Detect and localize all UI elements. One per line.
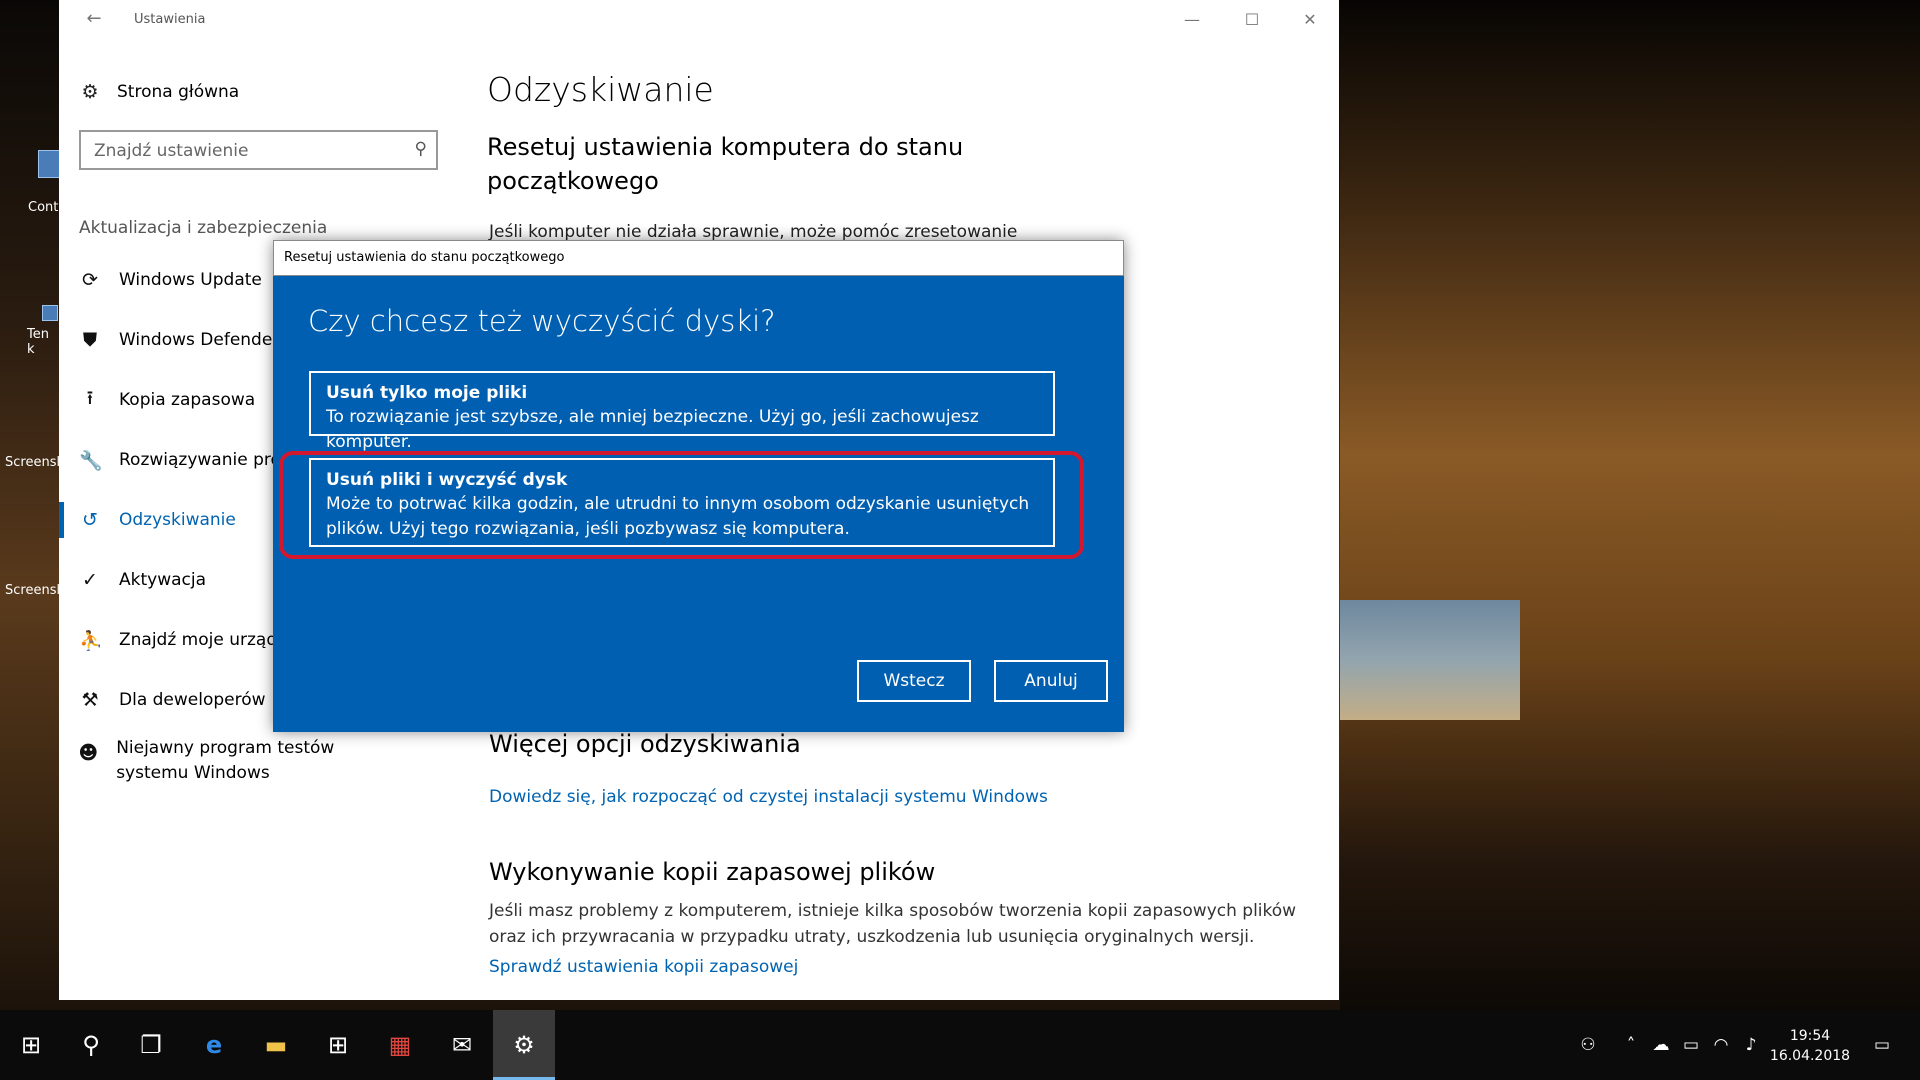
- sidebar-item-insider[interactable]: ☻ Niejawny program testów systemu Window…: [59, 736, 379, 792]
- reset-description: Jeśli komputer nie działa sprawnie, może…: [489, 222, 1018, 242]
- notification-icon[interactable]: ▭: [1866, 1010, 1898, 1080]
- page-title: Odzyskiwanie: [487, 70, 714, 109]
- settings-taskbar-icon[interactable]: ⚙: [493, 1010, 555, 1080]
- minimize-button[interactable]: —: [1169, 6, 1215, 34]
- close-button[interactable]: ✕: [1287, 6, 1333, 34]
- history-icon: ↺: [82, 509, 98, 531]
- desktop-icon[interactable]: Ten k: [0, 305, 60, 357]
- home-link[interactable]: ⚙ Strona główna: [79, 78, 239, 106]
- task-view-icon[interactable]: ❐: [120, 1010, 182, 1080]
- wallpaper-sea: [1340, 600, 1520, 720]
- search-icon: ⚲: [414, 139, 427, 159]
- insider-icon: ☻: [78, 742, 99, 764]
- upload-icon: ⭱: [86, 387, 94, 409]
- option-remove-files-only[interactable]: Usuń tylko moje pliki To rozwiązanie jes…: [309, 371, 1055, 452]
- sidebar-item-label: Niejawny program testów systemu Windows: [116, 738, 335, 783]
- shortcut-icon: [42, 305, 58, 321]
- sidebar-item-label: Dla deweloperów: [119, 690, 266, 710]
- home-label: Strona główna: [117, 82, 240, 102]
- store-icon[interactable]: ⊞: [307, 1010, 369, 1080]
- shield-icon: ⛊: [82, 329, 98, 351]
- sidebar-item-label: Kopia zapasowa: [119, 390, 256, 410]
- sidebar-item-label: Windows Update: [119, 270, 262, 290]
- check-circle-icon: ✓: [82, 569, 98, 591]
- edge-icon[interactable]: e: [183, 1010, 245, 1080]
- more-options-heading: Więcej opcji odzyskiwania: [489, 730, 801, 758]
- file-explorer-icon[interactable]: ▬: [245, 1010, 307, 1080]
- search-input[interactable]: Znajdź ustawienie ⚲: [79, 130, 438, 170]
- desktop-icon-label: Ten k: [27, 327, 49, 357]
- sidebar-item-label: Windows Defender: [119, 330, 280, 350]
- option-title: Usuń tylko moje pliki: [326, 383, 528, 403]
- wifi-icon[interactable]: ◠: [1705, 1010, 1737, 1080]
- sidebar-item-label: Odzyskiwanie: [119, 510, 236, 530]
- gear-icon: ⚙: [81, 81, 99, 103]
- taskbar: ⊞ ⚲ ❐ e ▬ ⊞ ▦ ✉ ⚙ ⚇ ˄ ☁ ▭ ◠ ♪ 19:54 16.0…: [0, 1010, 1920, 1080]
- battery-icon[interactable]: ▭: [1675, 1010, 1707, 1080]
- start-icon[interactable]: ⊞: [0, 1010, 62, 1080]
- search-placeholder: Znajdź ustawienie: [94, 141, 249, 161]
- title-bar: ← Ustawienia — ☐ ✕: [59, 0, 1339, 40]
- sidebar-item-label: Aktywacja: [119, 570, 207, 590]
- search-icon[interactable]: ⚲: [60, 1010, 122, 1080]
- clock-time: 19:54: [1789, 1028, 1831, 1044]
- dialog-title: Resetuj ustawienia do stanu początkowego: [284, 250, 565, 265]
- sync-icon: ⟳: [82, 269, 98, 291]
- wrench-icon: 🔧: [79, 449, 103, 472]
- cancel-button[interactable]: Anuluj: [994, 660, 1108, 702]
- selection-indicator: [59, 502, 64, 538]
- clock[interactable]: 19:54 16.04.2018: [1760, 1026, 1860, 1066]
- back-arrow-icon[interactable]: ←: [79, 8, 109, 32]
- back-button[interactable]: Wstecz: [857, 660, 971, 702]
- window-title: Ustawienia: [134, 12, 206, 27]
- desktop-icon-label: Screensh: [5, 455, 65, 470]
- onedrive-icon[interactable]: ☁: [1645, 1010, 1677, 1080]
- wallpaper: [1340, 0, 1920, 1010]
- dev-tools-icon: ⚒: [81, 689, 99, 711]
- backup-settings-link[interactable]: Sprawdź ustawienia kopii zapasowej: [489, 957, 798, 977]
- person-location-icon: ⛹: [79, 629, 103, 652]
- dialog-question: Czy chcesz też wyczyścić dyski?: [308, 304, 776, 338]
- highlight-annotation: [279, 451, 1084, 559]
- dialog-title-bar: Resetuj ustawienia do stanu początkowego: [273, 240, 1124, 276]
- chevron-up-icon[interactable]: ˄: [1615, 1010, 1647, 1080]
- people-icon[interactable]: ⚇: [1572, 1010, 1604, 1080]
- maximize-button[interactable]: ☐: [1229, 6, 1275, 34]
- clock-date: 16.04.2018: [1769, 1048, 1851, 1064]
- desktop-icon-label: Cont: [28, 200, 59, 215]
- desktop-icon[interactable]: Cont: [0, 150, 66, 215]
- desktop-icon-label: Screensh: [5, 583, 65, 598]
- reset-heading: Resetuj ustawienia komputera do stanu po…: [487, 133, 964, 195]
- mail-icon[interactable]: ✉: [431, 1010, 493, 1080]
- option-description: To rozwiązanie jest szybsze, ale mniej b…: [326, 407, 979, 452]
- section-label: Aktualizacja i zabezpieczenia: [79, 218, 328, 238]
- backup-description: Jeśli masz problemy z komputerem, istnie…: [489, 901, 1297, 947]
- backup-heading: Wykonywanie kopii zapasowej plików: [489, 858, 936, 886]
- clean-install-link[interactable]: Dowiedz się, jak rozpocząć od czystej in…: [489, 787, 1048, 807]
- gift-icon[interactable]: ▦: [369, 1010, 431, 1080]
